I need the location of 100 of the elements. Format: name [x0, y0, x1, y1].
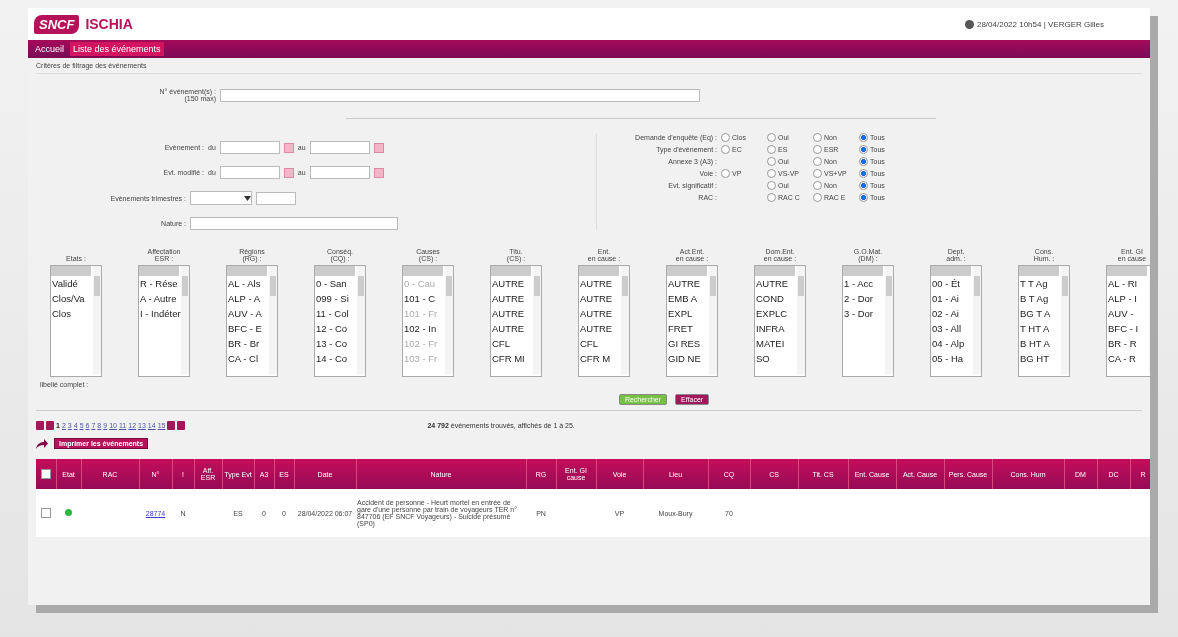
- list-option[interactable]: BR - Br: [227, 336, 269, 351]
- list-option[interactable]: 1 - Acc: [843, 276, 885, 291]
- list-option[interactable]: T HT A: [1019, 321, 1061, 336]
- radio-button[interactable]: [859, 193, 868, 202]
- list-option[interactable]: BFC - I: [1107, 321, 1149, 336]
- selected-blank-option[interactable]: [491, 266, 531, 276]
- list-option[interactable]: BG T A: [1019, 306, 1061, 321]
- list-option[interactable]: ALP - A: [227, 291, 269, 306]
- radio-button[interactable]: [813, 193, 822, 202]
- list-option[interactable]: AL - RI: [1107, 276, 1149, 291]
- scrollbar[interactable]: [709, 266, 717, 374]
- selected-blank-option[interactable]: [139, 266, 179, 276]
- list-option[interactable]: CFL: [491, 336, 533, 351]
- scrollbar[interactable]: [93, 266, 101, 374]
- list-option[interactable]: AUTRE: [579, 306, 621, 321]
- list-option[interactable]: AUV - A: [227, 306, 269, 321]
- list-option[interactable]: 0 - San: [315, 276, 357, 291]
- list-option[interactable]: AL - Als: [227, 276, 269, 291]
- list-option[interactable]: 03 - All: [931, 321, 973, 336]
- list-option[interactable]: SO: [755, 351, 797, 366]
- list-option[interactable]: AUTRE: [491, 306, 533, 321]
- list-option[interactable]: GID NE: [667, 351, 709, 366]
- nature-field[interactable]: [190, 217, 398, 230]
- prev-page-icon[interactable]: [46, 421, 54, 430]
- radio-button[interactable]: [813, 133, 822, 142]
- list-option[interactable]: B T Ag: [1019, 291, 1061, 306]
- list-option[interactable]: EXPLC: [755, 306, 797, 321]
- list-option[interactable]: CFR MI: [491, 351, 533, 366]
- list-option[interactable]: 2 - Dor: [843, 291, 885, 306]
- list-option[interactable]: 099 - Si: [315, 291, 357, 306]
- list-option[interactable]: COND: [755, 291, 797, 306]
- radio-button[interactable]: [859, 181, 868, 190]
- breadcrumb-link[interactable]: Liste des événements: [70, 42, 164, 56]
- radio-button[interactable]: [767, 169, 776, 178]
- breadcrumb-link[interactable]: Accueil: [32, 42, 67, 56]
- calendar-icon[interactable]: [373, 167, 384, 178]
- list-option[interactable]: 12 - Co: [315, 321, 357, 336]
- list-option[interactable]: ALP - I: [1107, 291, 1149, 306]
- list-option[interactable]: R - Rése: [139, 276, 181, 291]
- scrollbar[interactable]: [269, 266, 277, 374]
- list-option[interactable]: 3 - Dor: [843, 306, 885, 321]
- radio-button[interactable]: [813, 157, 822, 166]
- radio-button[interactable]: [859, 157, 868, 166]
- last-page-icon[interactable]: [177, 421, 186, 430]
- radio-button[interactable]: [721, 145, 730, 154]
- list-option[interactable]: 00 - Ét: [931, 276, 973, 291]
- scrollbar[interactable]: [533, 266, 541, 374]
- scrollbar[interactable]: [621, 266, 629, 374]
- radio-button[interactable]: [767, 157, 776, 166]
- date-field[interactable]: [219, 141, 280, 154]
- date-field[interactable]: [219, 166, 280, 179]
- radio-button[interactable]: [813, 181, 822, 190]
- list-option[interactable]: A - Autre: [139, 291, 181, 306]
- selected-blank-option[interactable]: [227, 266, 267, 276]
- list-option[interactable]: 14 - Co: [315, 351, 357, 366]
- calendar-icon[interactable]: [373, 142, 384, 153]
- list-option[interactable]: CA - Cl: [227, 351, 269, 366]
- selected-blank-option[interactable]: [843, 266, 883, 276]
- list-option[interactable]: Validé: [51, 276, 93, 291]
- list-box[interactable]: 1 - Acc 2 - Dor 3 - Dor: [842, 265, 894, 377]
- selected-blank-option[interactable]: [579, 266, 619, 276]
- radio-button[interactable]: [859, 169, 868, 178]
- list-option[interactable]: BR - R: [1107, 336, 1149, 351]
- list-option[interactable]: FRET: [667, 321, 709, 336]
- quarter-field[interactable]: [256, 191, 296, 205]
- list-box[interactable]: 0 - San 099 - Si 11 - Col 12 - Co 13 - Co 14 - Co: [314, 265, 366, 377]
- scrollbar[interactable]: [797, 266, 805, 374]
- list-option[interactable]: CFR M: [579, 351, 621, 366]
- selected-blank-option[interactable]: [667, 266, 707, 276]
- list-option[interactable]: 11 - Col: [315, 306, 357, 321]
- radio-button[interactable]: [859, 145, 868, 154]
- list-option[interactable]: AUTRE: [579, 291, 621, 306]
- radio-button[interactable]: [813, 169, 822, 178]
- list-box[interactable]: AUTRE COND EXPLC INFRA MATEI SO: [754, 265, 806, 377]
- scrollbar[interactable]: [357, 266, 365, 374]
- list-box[interactable]: AL - RI ALP - I AUV - BFC - I BR - R CA - R: [1106, 265, 1150, 377]
- list-option[interactable]: B HT A: [1019, 336, 1061, 351]
- list-option[interactable]: BFC - E: [227, 321, 269, 336]
- list-option[interactable]: 02 - Ai: [931, 306, 973, 321]
- selected-blank-option[interactable]: [51, 266, 91, 276]
- list-box[interactable]: Validé Clos/Va Clos: [50, 265, 102, 377]
- scrollbar[interactable]: [445, 266, 453, 374]
- list-option[interactable]: AUTRE: [579, 276, 621, 291]
- quarter-select[interactable]: [190, 191, 252, 205]
- list-option[interactable]: AUTRE: [491, 291, 533, 306]
- next-page-icon[interactable]: [167, 421, 176, 430]
- list-box[interactable]: R - Rése A - Autre I - Indéter: [138, 265, 190, 377]
- list-option[interactable]: CA - R: [1107, 351, 1149, 366]
- list-option[interactable]: BG HT: [1019, 351, 1061, 366]
- list-option[interactable]: 102 - In: [403, 321, 445, 336]
- list-option[interactable]: 101 - C: [403, 291, 445, 306]
- radio-button[interactable]: [859, 133, 868, 142]
- list-option[interactable]: MATEI: [755, 336, 797, 351]
- list-option[interactable]: GI RES: [667, 336, 709, 351]
- scrollbar[interactable]: [181, 266, 189, 374]
- selected-blank-option[interactable]: [403, 266, 443, 276]
- radio-button[interactable]: [767, 133, 776, 142]
- select-all-checkbox[interactable]: [40, 468, 51, 479]
- scrollbar[interactable]: [1061, 266, 1069, 374]
- date-field[interactable]: [309, 141, 370, 154]
